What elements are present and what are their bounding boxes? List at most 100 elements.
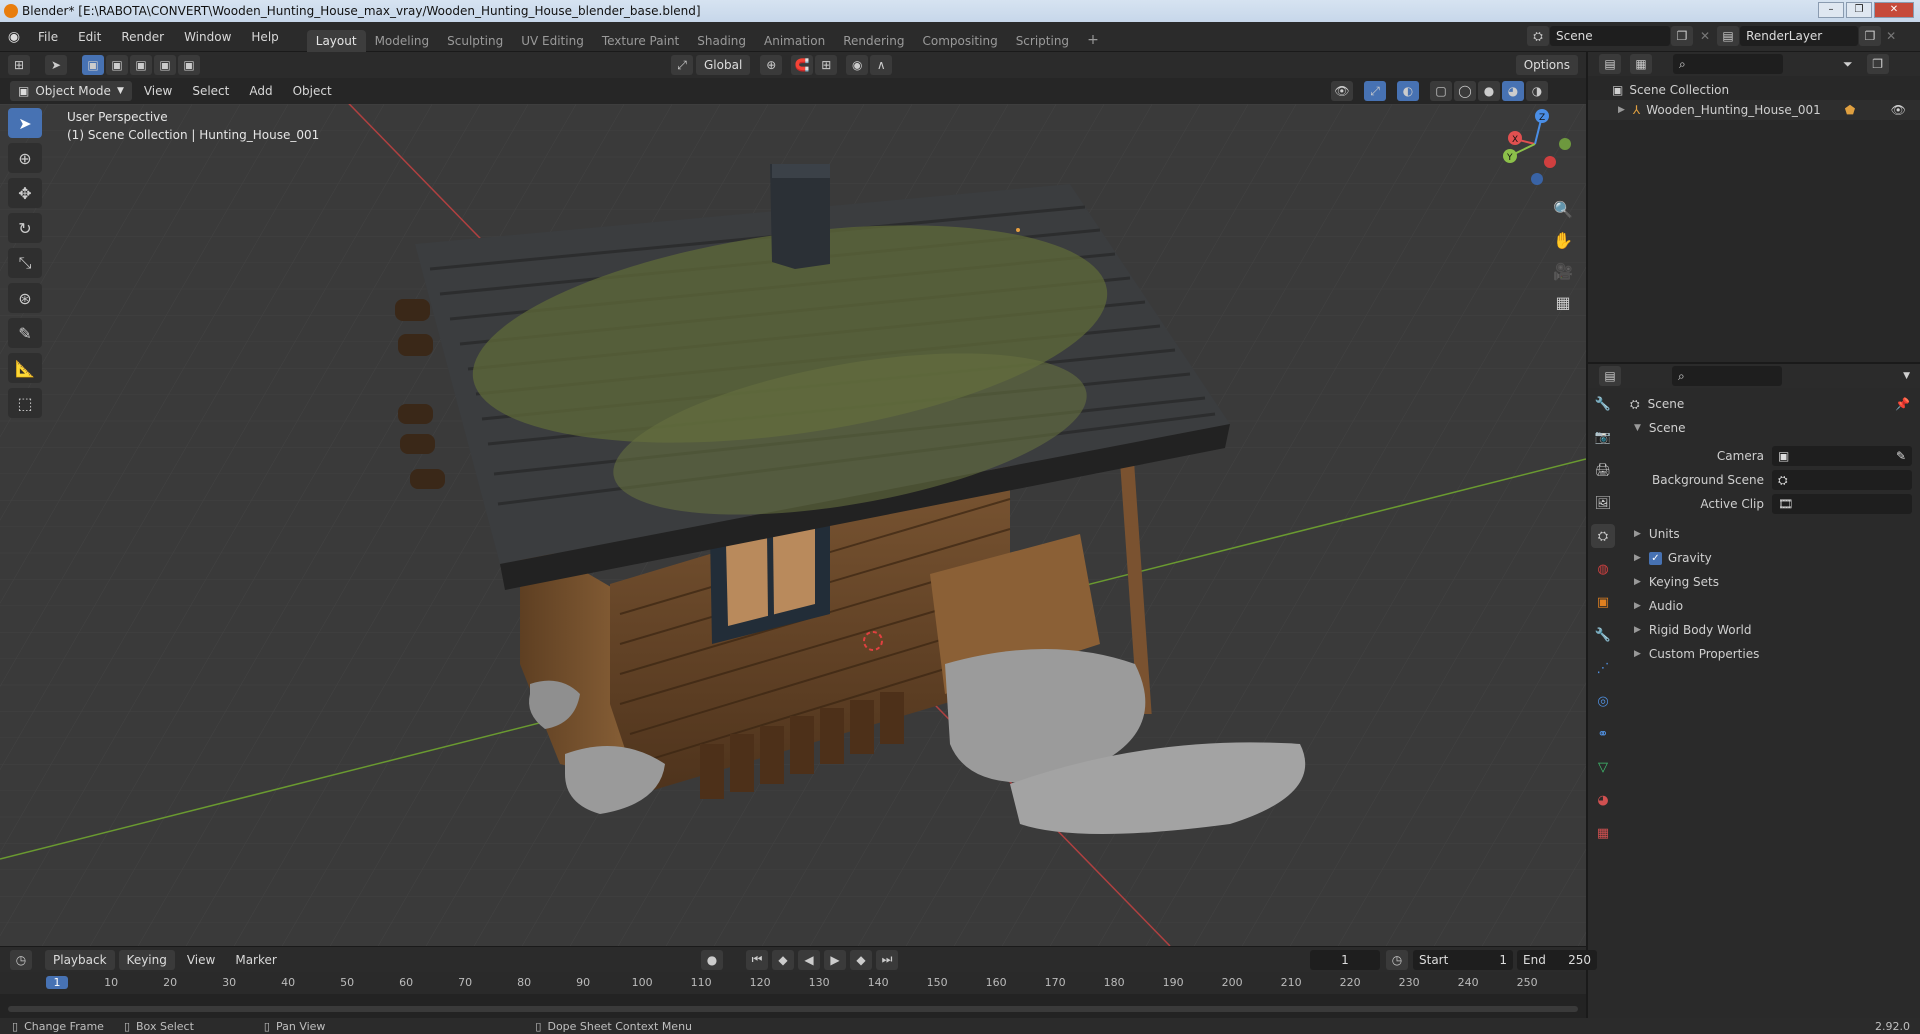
camera-field[interactable]: ▣ ✎ <box>1772 446 1912 466</box>
timeline-scrollbar[interactable] <box>8 1006 1578 1012</box>
overlays-toggle-icon[interactable]: ◐ <box>1397 81 1419 101</box>
annotate-tool-icon[interactable]: ✎ <box>8 318 42 348</box>
menu-object[interactable]: Object <box>283 84 342 98</box>
preview-range-icon[interactable]: ◷ <box>1386 949 1408 970</box>
scene-selector-icon[interactable]: ⛭ <box>1527 26 1549 46</box>
measure-tool-icon[interactable]: 📐 <box>8 353 42 383</box>
tool-tab-icon[interactable]: 🔧 <box>1591 392 1615 416</box>
timeline-editor-type-icon[interactable]: ◷ <box>10 949 32 970</box>
scale-tool-icon[interactable]: ⤡ <box>8 248 42 278</box>
pin-icon[interactable]: 📌 <box>1895 397 1910 411</box>
proportional-edit-icon[interactable]: ◉ <box>846 55 869 75</box>
world-tab-icon[interactable]: ◍ <box>1591 557 1615 581</box>
select-mode-invert-icon[interactable]: ▣ <box>154 55 176 75</box>
select-mode-extend-icon[interactable]: ▣ <box>106 55 128 75</box>
perspective-toggle-icon[interactable]: ▦ <box>1550 289 1576 315</box>
navigation-gizmo[interactable]: X Y Z <box>1490 104 1580 194</box>
visibility-icon[interactable]: 👁 <box>1331 81 1353 101</box>
modifier-icon[interactable]: ⬟ <box>1845 103 1855 117</box>
new-collection-icon[interactable]: ❐ <box>1866 54 1889 74</box>
end-frame-field[interactable]: End 250 <box>1517 949 1597 970</box>
wireframe-shading-icon[interactable]: ◯ <box>1454 81 1476 101</box>
gizmo-toggle-icon[interactable]: ⤢ <box>1364 81 1386 101</box>
menu-view[interactable]: View <box>134 84 182 98</box>
snap-target-icon[interactable]: ⊞ <box>815 55 838 75</box>
tab-uv-editing[interactable]: UV Editing <box>512 30 593 52</box>
units-panel-header[interactable]: ▶ Units <box>1622 522 1920 546</box>
remove-view-layer-icon[interactable]: ✕ <box>1886 29 1896 43</box>
record-icon[interactable]: ● <box>701 949 723 970</box>
output-tab-icon[interactable]: 🖨 <box>1591 458 1615 482</box>
proportional-falloff-icon[interactable]: ∧ <box>870 55 893 75</box>
pan-hand-icon[interactable]: ✋ <box>1550 227 1576 253</box>
marker-menu[interactable]: Marker <box>225 953 286 967</box>
constraints-tab-icon[interactable]: ⚭ <box>1591 722 1615 746</box>
tab-texture-paint[interactable]: Texture Paint <box>593 30 688 52</box>
timeline-body[interactable]: 1 10 20 30 40 50 60 70 80 90 100 110 120 130 140 150 160… <box>0 972 1586 1018</box>
outliner-search-input[interactable]: ⌕ <box>1673 54 1783 74</box>
renderlayer-field[interactable]: RenderLayer <box>1740 26 1859 46</box>
start-frame-field[interactable]: Start 1 <box>1413 949 1513 970</box>
gravity-checkbox[interactable]: ✓ <box>1648 551 1662 565</box>
3d-viewport[interactable]: User Perspective (1) Scene Collection | … <box>0 104 1586 946</box>
audio-panel-header[interactable]: ▶ Audio <box>1622 594 1920 618</box>
properties-search-input[interactable]: ⌕ <box>1672 366 1782 386</box>
transform-tool-icon[interactable]: ⊛ <box>8 283 42 313</box>
tab-shading[interactable]: Shading <box>688 30 755 52</box>
view-layer-tab-icon[interactable]: 🖼 <box>1591 491 1615 515</box>
tab-rendering[interactable]: Rendering <box>834 30 913 52</box>
outliner-item[interactable]: ▶ ⅄ Wooden_Hunting_House_001 ⬟ 👁 <box>1588 100 1920 120</box>
current-frame-indicator[interactable]: 1 <box>46 976 68 989</box>
material-shading-icon[interactable]: ◕ <box>1502 81 1524 101</box>
menu-help[interactable]: Help <box>241 30 288 44</box>
eyedropper-icon[interactable]: ✎ <box>1896 449 1906 463</box>
add-cube-tool-icon[interactable]: ⬚ <box>8 388 42 418</box>
texture-tab-icon[interactable]: ▦ <box>1591 821 1615 845</box>
solid-shading-icon[interactable]: ● <box>1478 81 1500 101</box>
tab-animation[interactable]: Animation <box>755 30 834 52</box>
select-mode-subtract-icon[interactable]: ▣ <box>130 55 152 75</box>
menu-edit[interactable]: Edit <box>68 30 111 44</box>
menu-window[interactable]: Window <box>174 30 241 44</box>
properties-editor-type-icon[interactable]: ▤ <box>1599 366 1621 386</box>
tab-modeling[interactable]: Modeling <box>366 30 439 52</box>
next-keyframe-icon[interactable]: ◆ <box>850 949 872 970</box>
tab-scripting[interactable]: Scripting <box>1007 30 1078 52</box>
particles-tab-icon[interactable]: ⋰ <box>1591 656 1615 680</box>
options-dropdown[interactable]: Options <box>1515 55 1578 75</box>
new-scene-icon[interactable]: ❐ <box>1671 26 1693 46</box>
snap-toggle-icon[interactable]: 🧲 <box>791 55 814 75</box>
transform-orientation-dropdown[interactable]: Global <box>696 55 751 75</box>
timeline-view-menu[interactable]: View <box>177 953 225 967</box>
play-reverse-icon[interactable]: ◀ <box>798 949 820 970</box>
jump-start-icon[interactable]: ⏮ <box>746 949 768 970</box>
move-tool-icon[interactable]: ✥ <box>8 178 42 208</box>
scene-panel-header[interactable]: ▼ Scene <box>1622 416 1920 440</box>
gravity-panel-header[interactable]: ▶ ✓ Gravity <box>1622 546 1920 570</box>
close-button[interactable]: ✕ <box>1874 2 1914 18</box>
select-box-tool-icon[interactable]: ➤ <box>8 108 42 138</box>
timeline-ruler[interactable]: 1 10 20 30 40 50 60 70 80 90 100 110 120 130 140 150 160… <box>0 972 1586 994</box>
filter-icon[interactable]: ⏷ <box>1843 57 1853 72</box>
rigid-body-world-panel-header[interactable]: ▶ Rigid Body World <box>1622 618 1920 642</box>
playback-menu[interactable]: Playback <box>45 949 115 970</box>
expand-arrow-icon[interactable]: ▶ <box>1618 105 1625 115</box>
rendered-shading-icon[interactable]: ◑ <box>1526 81 1548 101</box>
display-mode-icon[interactable]: ▦ <box>1630 54 1652 74</box>
transform-orientation-icon[interactable]: ⤢ <box>671 55 693 75</box>
material-tab-icon[interactable]: ◕ <box>1591 788 1615 812</box>
tab-compositing[interactable]: Compositing <box>913 30 1006 52</box>
prev-keyframe-icon[interactable]: ◆ <box>772 949 794 970</box>
select-tool-icon[interactable]: ➤ <box>45 55 67 75</box>
physics-tab-icon[interactable]: ◎ <box>1591 689 1615 713</box>
new-view-layer-icon[interactable]: ❐ <box>1859 26 1882 46</box>
render-tab-icon[interactable]: 📷 <box>1591 425 1615 449</box>
select-mode-new-icon[interactable]: ▣ <box>82 55 104 75</box>
mode-dropdown[interactable]: ▣ Object Mode ▼ <box>10 81 132 101</box>
background-scene-field[interactable]: ⛭ <box>1772 470 1912 490</box>
object-tab-icon[interactable]: ▣ <box>1591 590 1615 614</box>
menu-render[interactable]: Render <box>111 30 174 44</box>
cursor-tool-icon[interactable]: ⊕ <box>8 143 42 173</box>
tab-layout[interactable]: Layout <box>306 29 366 52</box>
modifier-tab-icon[interactable]: 🔧 <box>1591 623 1615 647</box>
